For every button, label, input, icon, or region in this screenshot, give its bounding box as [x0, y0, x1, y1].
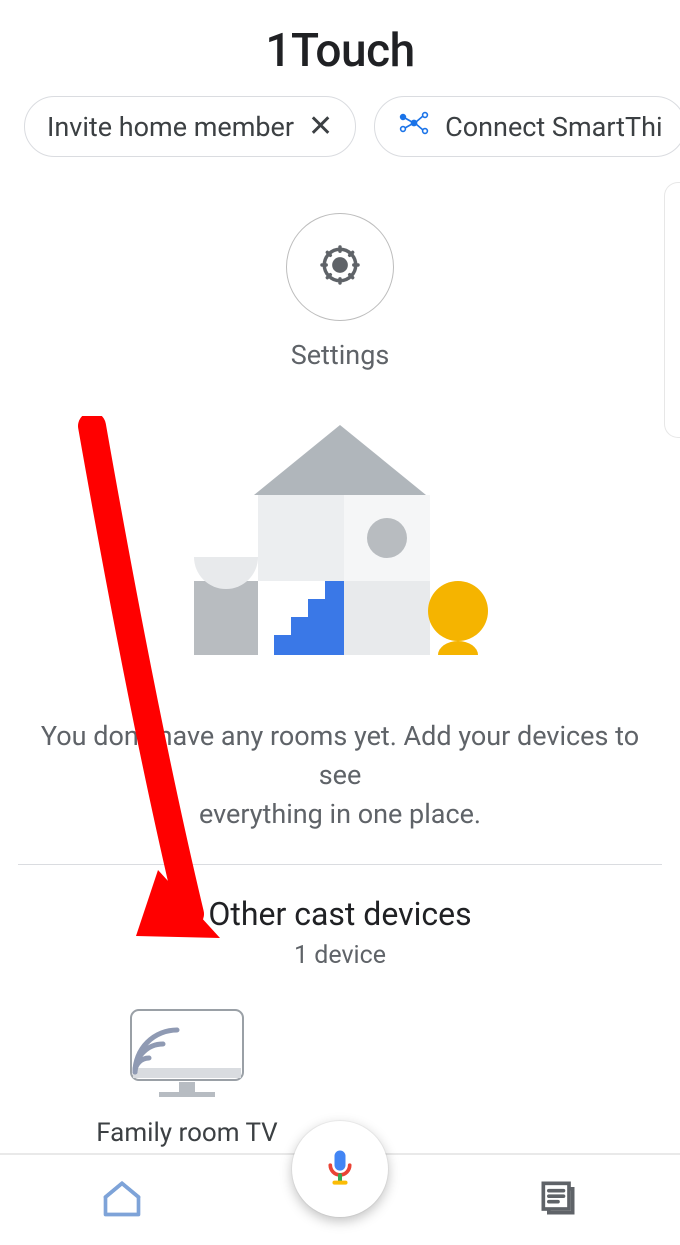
chip-connect-smartthings[interactable]: Connect SmartThi — [374, 96, 680, 157]
settings-label: Settings — [291, 339, 390, 371]
scroll-indicator — [664, 182, 680, 438]
gear-icon — [317, 242, 363, 292]
empty-state-text: You don't have any rooms yet. Add your d… — [0, 665, 680, 864]
chip-invite-member[interactable]: Invite home member ✕ — [24, 96, 356, 157]
settings-button[interactable] — [286, 213, 394, 321]
home-tab[interactable] — [100, 1176, 144, 1224]
section-subtitle: 1 device — [0, 941, 680, 970]
page-title: 1Touch — [0, 24, 680, 78]
network-icon — [397, 109, 431, 144]
voice-assistant-button[interactable] — [292, 1121, 388, 1217]
feed-tab[interactable] — [536, 1176, 580, 1224]
feed-icon — [536, 1176, 580, 1220]
chip-label: Invite home member — [47, 111, 294, 143]
device-name: Family room TV — [72, 1118, 302, 1148]
section-title: Other cast devices — [0, 895, 680, 933]
chip-label: Connect SmartThi — [445, 111, 662, 143]
house-illustration — [0, 415, 680, 665]
home-icon — [100, 1176, 144, 1220]
device-tile-family-room-tv[interactable]: Family room TV — [72, 970, 302, 1148]
close-icon[interactable]: ✕ — [308, 109, 333, 144]
mic-icon — [318, 1145, 362, 1193]
cast-tv-icon — [125, 1085, 249, 1104]
suggestion-chips-row: Invite home member ✕ Connect SmartThi — [0, 96, 680, 171]
